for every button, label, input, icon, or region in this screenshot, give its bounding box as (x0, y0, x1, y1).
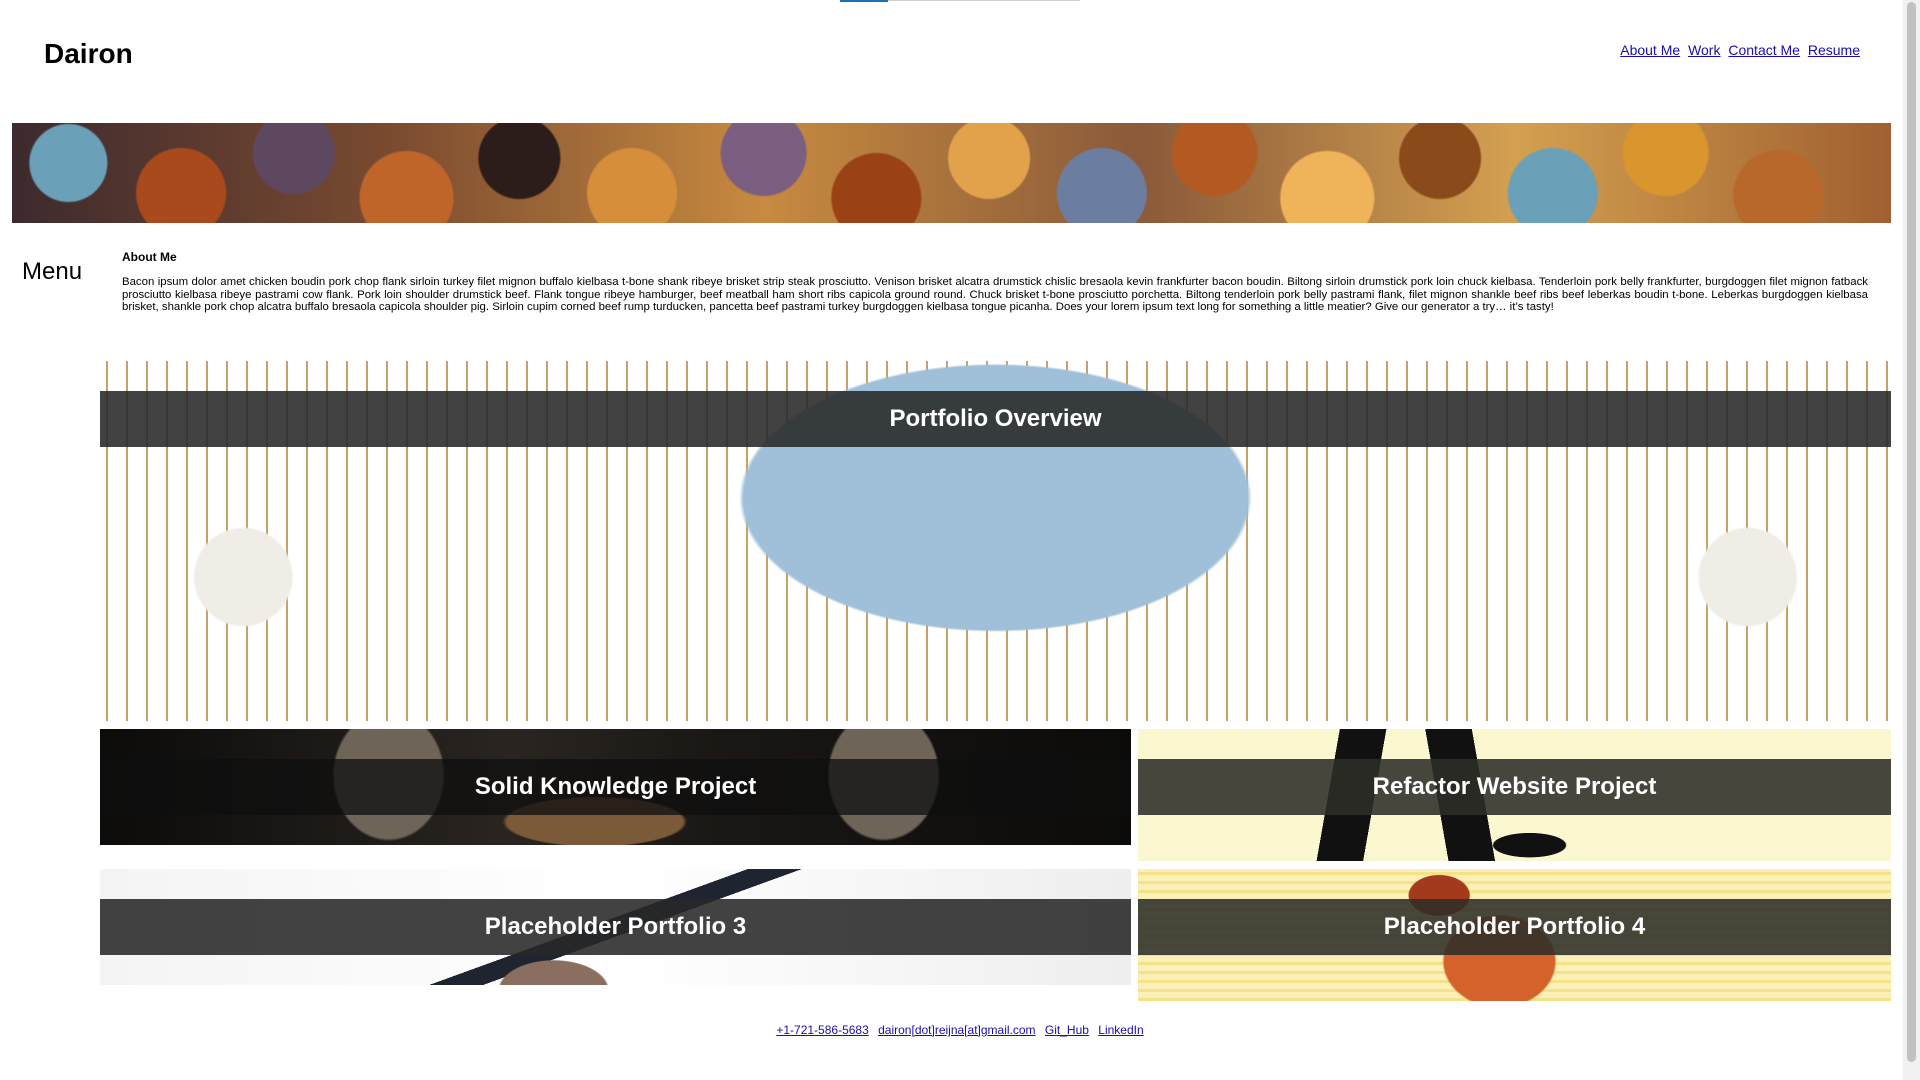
portfolio-tile-title: Solid Knowledge Project (100, 759, 1131, 815)
portfolio-tile-solid-knowledge[interactable]: Solid Knowledge Project (100, 729, 1131, 845)
footer-linkedin-link[interactable]: LinkedIn (1098, 1023, 1143, 1037)
portfolio-tile-placeholder-4[interactable]: Placeholder Portfolio 4 (1138, 869, 1891, 1001)
menu-label[interactable]: Menu (22, 258, 82, 286)
footer-phone-link[interactable]: +1-721-586-5683 (776, 1023, 868, 1037)
portfolio-tile-refactor-website[interactable]: Refactor Website Project (1138, 729, 1891, 861)
portfolio-tile-title: Placeholder Portfolio 3 (100, 899, 1131, 955)
nav-link-resume[interactable]: Resume (1808, 42, 1860, 58)
vertical-scrollbar[interactable] (1903, 0, 1920, 1080)
nav-link-work[interactable]: Work (1688, 42, 1720, 58)
site-title: Dairon (44, 38, 133, 69)
nav-link-about-me[interactable]: About Me (1620, 42, 1680, 58)
nav-link-contact-me[interactable]: Contact Me (1728, 42, 1800, 58)
about-heading: About Me (122, 250, 177, 264)
portfolio-tile-title: Placeholder Portfolio 4 (1138, 899, 1891, 955)
portfolio-tile-title: Refactor Website Project (1138, 759, 1891, 815)
header-banner-image (12, 123, 1891, 223)
page-load-indicator (840, 0, 1080, 2)
portfolio-tile-placeholder-3[interactable]: Placeholder Portfolio 3 (100, 869, 1131, 985)
about-section: About Me Bacon ipsum dolor amet chicken … (122, 250, 1868, 314)
footer-contact-links: +1-721-586-5683 dairon[dot]reijna[at]gma… (0, 1023, 1920, 1037)
page-load-progress (840, 0, 888, 2)
portfolio-overview-tile[interactable]: Portfolio Overview (100, 361, 1891, 721)
portfolio-overview-title: Portfolio Overview (100, 391, 1891, 447)
footer-email-link[interactable]: dairon[dot]reijna[at]gmail.com (878, 1023, 1035, 1037)
top-nav: About Me Work Contact Me Resume (1616, 42, 1860, 58)
scrollbar-thumb[interactable] (1907, 2, 1916, 1062)
about-body-text: Bacon ipsum dolor amet chicken boudin po… (122, 276, 1868, 313)
footer-github-link[interactable]: Git_Hub (1045, 1023, 1089, 1037)
